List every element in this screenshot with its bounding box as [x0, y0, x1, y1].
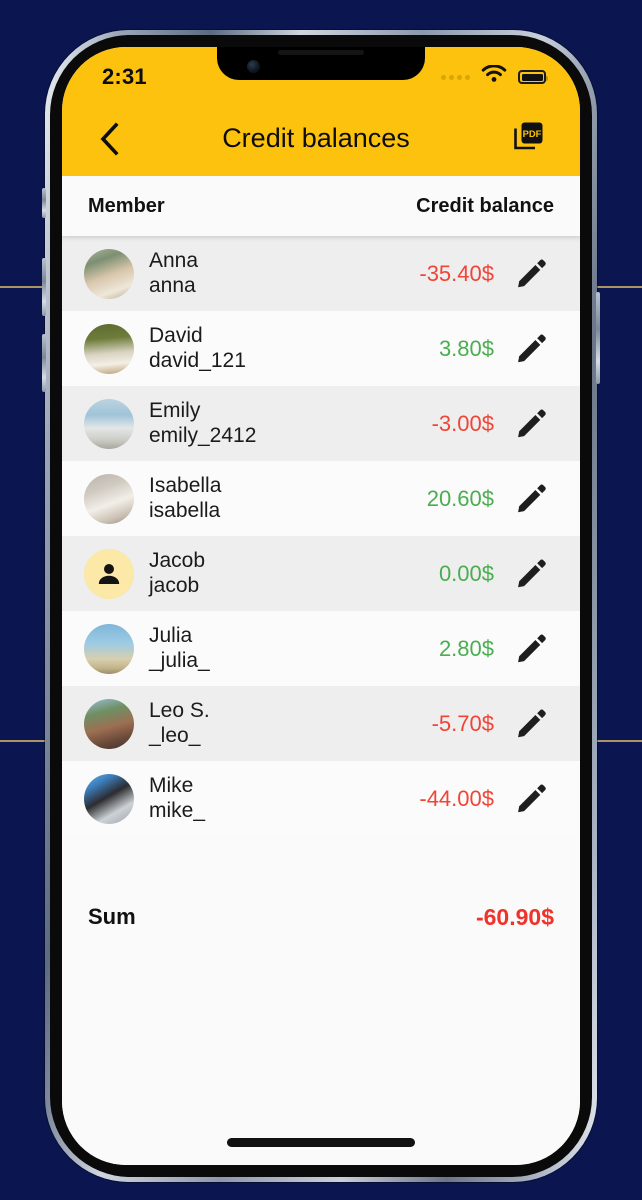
edit-balance-button[interactable]	[508, 709, 554, 739]
device-notch	[217, 47, 425, 80]
member-username: mike_	[149, 798, 206, 822]
member-username: jacob	[149, 573, 200, 597]
credit-balance-amount: -3.00$	[431, 410, 494, 436]
edit-balance-button[interactable]	[508, 484, 554, 514]
member-display-name: Anna	[149, 248, 199, 272]
member-username: _julia_	[149, 648, 210, 672]
person-placeholder-icon	[84, 548, 134, 599]
member-username: anna	[149, 273, 196, 297]
member-display-name: Mike	[149, 773, 194, 797]
sum-row: Sum -60.90$	[62, 884, 580, 950]
signal-dots-icon	[441, 74, 470, 80]
member-names: Jacob jacob	[149, 549, 205, 598]
column-header-member: Member	[88, 194, 165, 217]
credit-balance-amount: 0.00$	[438, 560, 494, 586]
table-row[interactable]: Jacob jacob 0.00$	[62, 536, 580, 611]
avatar	[84, 548, 134, 599]
avatar	[84, 773, 134, 824]
edit-balance-button[interactable]	[508, 559, 554, 589]
battery-full-icon	[518, 70, 548, 84]
avatar	[84, 623, 134, 674]
page-title: Credit balances	[222, 123, 410, 153]
table-row[interactable]: Isabella isabella 20.60$	[62, 461, 580, 536]
avatar	[84, 248, 134, 299]
table-row[interactable]: Anna anna -35.40$	[62, 236, 580, 311]
member-names: Isabella isabella	[149, 474, 221, 523]
power-button[interactable]	[596, 292, 600, 384]
chevron-left-icon	[98, 121, 120, 156]
credit-balance-amount: 3.80$	[438, 335, 494, 361]
earpiece-speaker	[278, 50, 364, 55]
status-bar-clock: 2:31	[102, 64, 147, 89]
volume-down-button[interactable]	[42, 334, 46, 392]
table-row[interactable]: Leo S. _leo_ -5.70$	[62, 686, 580, 761]
avatar	[84, 473, 134, 524]
svg-text:PDF: PDF	[523, 128, 542, 139]
table-row[interactable]: Emily emily_2412 -3.00$	[62, 386, 580, 461]
credit-balance-amount: 2.80$	[438, 635, 494, 661]
member-display-name: Jacob	[149, 548, 206, 572]
table-row[interactable]: David david_121 3.80$	[62, 311, 580, 386]
export-pdf-button[interactable]: PDF	[506, 116, 552, 162]
backdrop-accent-line	[590, 286, 642, 288]
member-username: emily_2412	[149, 423, 257, 447]
main-content: Member Credit balance Anna anna -35.40$ Dav…	[62, 176, 580, 1165]
edit-balance-button[interactable]	[508, 409, 554, 439]
member-names: Mike mike_	[149, 774, 205, 823]
member-display-name: David	[149, 323, 203, 347]
avatar	[84, 398, 134, 449]
avatar	[84, 323, 134, 374]
home-indicator[interactable]	[227, 1138, 415, 1147]
status-bar-indicators	[441, 64, 548, 89]
member-list: Anna anna -35.40$ David david_121 3.80$ Emily e…	[62, 236, 580, 836]
avatar	[84, 698, 134, 749]
phone-screen: 2:31 Credit balances PDF Member Credit b…	[62, 47, 580, 1165]
member-display-name: Leo S.	[149, 698, 210, 722]
member-username: isabella	[149, 498, 221, 522]
pencil-icon	[516, 409, 546, 439]
pencil-icon	[516, 484, 546, 514]
table-row[interactable]: Julia _julia_ 2.80$	[62, 611, 580, 686]
table-column-header: Member Credit balance	[62, 176, 580, 236]
pdf-export-icon: PDF	[512, 119, 546, 158]
pencil-icon	[516, 559, 546, 589]
credit-balance-amount: -35.40$	[419, 260, 494, 286]
wifi-icon	[481, 64, 507, 89]
credit-balance-amount: -5.70$	[431, 710, 494, 736]
member-names: Julia _julia_	[149, 624, 210, 673]
sum-label: Sum	[88, 904, 136, 929]
member-names: Leo S. _leo_	[149, 699, 210, 748]
credit-balance-amount: -44.00$	[419, 785, 494, 811]
volume-up-button[interactable]	[42, 258, 46, 316]
member-names: David david_121	[149, 324, 246, 373]
pencil-icon	[516, 784, 546, 814]
edit-balance-button[interactable]	[508, 334, 554, 364]
member-display-name: Emily	[149, 398, 201, 422]
pencil-icon	[516, 334, 546, 364]
member-username: david_121	[149, 348, 246, 372]
member-names: Anna anna	[149, 249, 198, 298]
member-display-name: Isabella	[149, 473, 222, 497]
member-names: Emily emily_2412	[149, 399, 256, 448]
backdrop-accent-line	[590, 740, 642, 742]
pencil-icon	[516, 634, 546, 664]
table-row[interactable]: Mike mike_ -44.00$	[62, 761, 580, 836]
credit-balance-amount: 20.60$	[426, 485, 494, 511]
sum-amount: -60.90$	[475, 903, 554, 930]
phone-device-frame: 2:31 Credit balances PDF Member Credit b…	[42, 30, 600, 1182]
silent-switch[interactable]	[42, 188, 46, 218]
edit-balance-button[interactable]	[508, 784, 554, 814]
pencil-icon	[516, 709, 546, 739]
member-username: _leo_	[149, 723, 201, 747]
member-display-name: Julia	[149, 623, 193, 647]
edit-balance-button[interactable]	[508, 259, 554, 289]
front-camera-icon	[247, 60, 260, 73]
edit-balance-button[interactable]	[508, 634, 554, 664]
column-header-balance: Credit balance	[416, 194, 554, 217]
app-bar: Credit balances PDF	[62, 101, 580, 176]
pencil-icon	[516, 259, 546, 289]
